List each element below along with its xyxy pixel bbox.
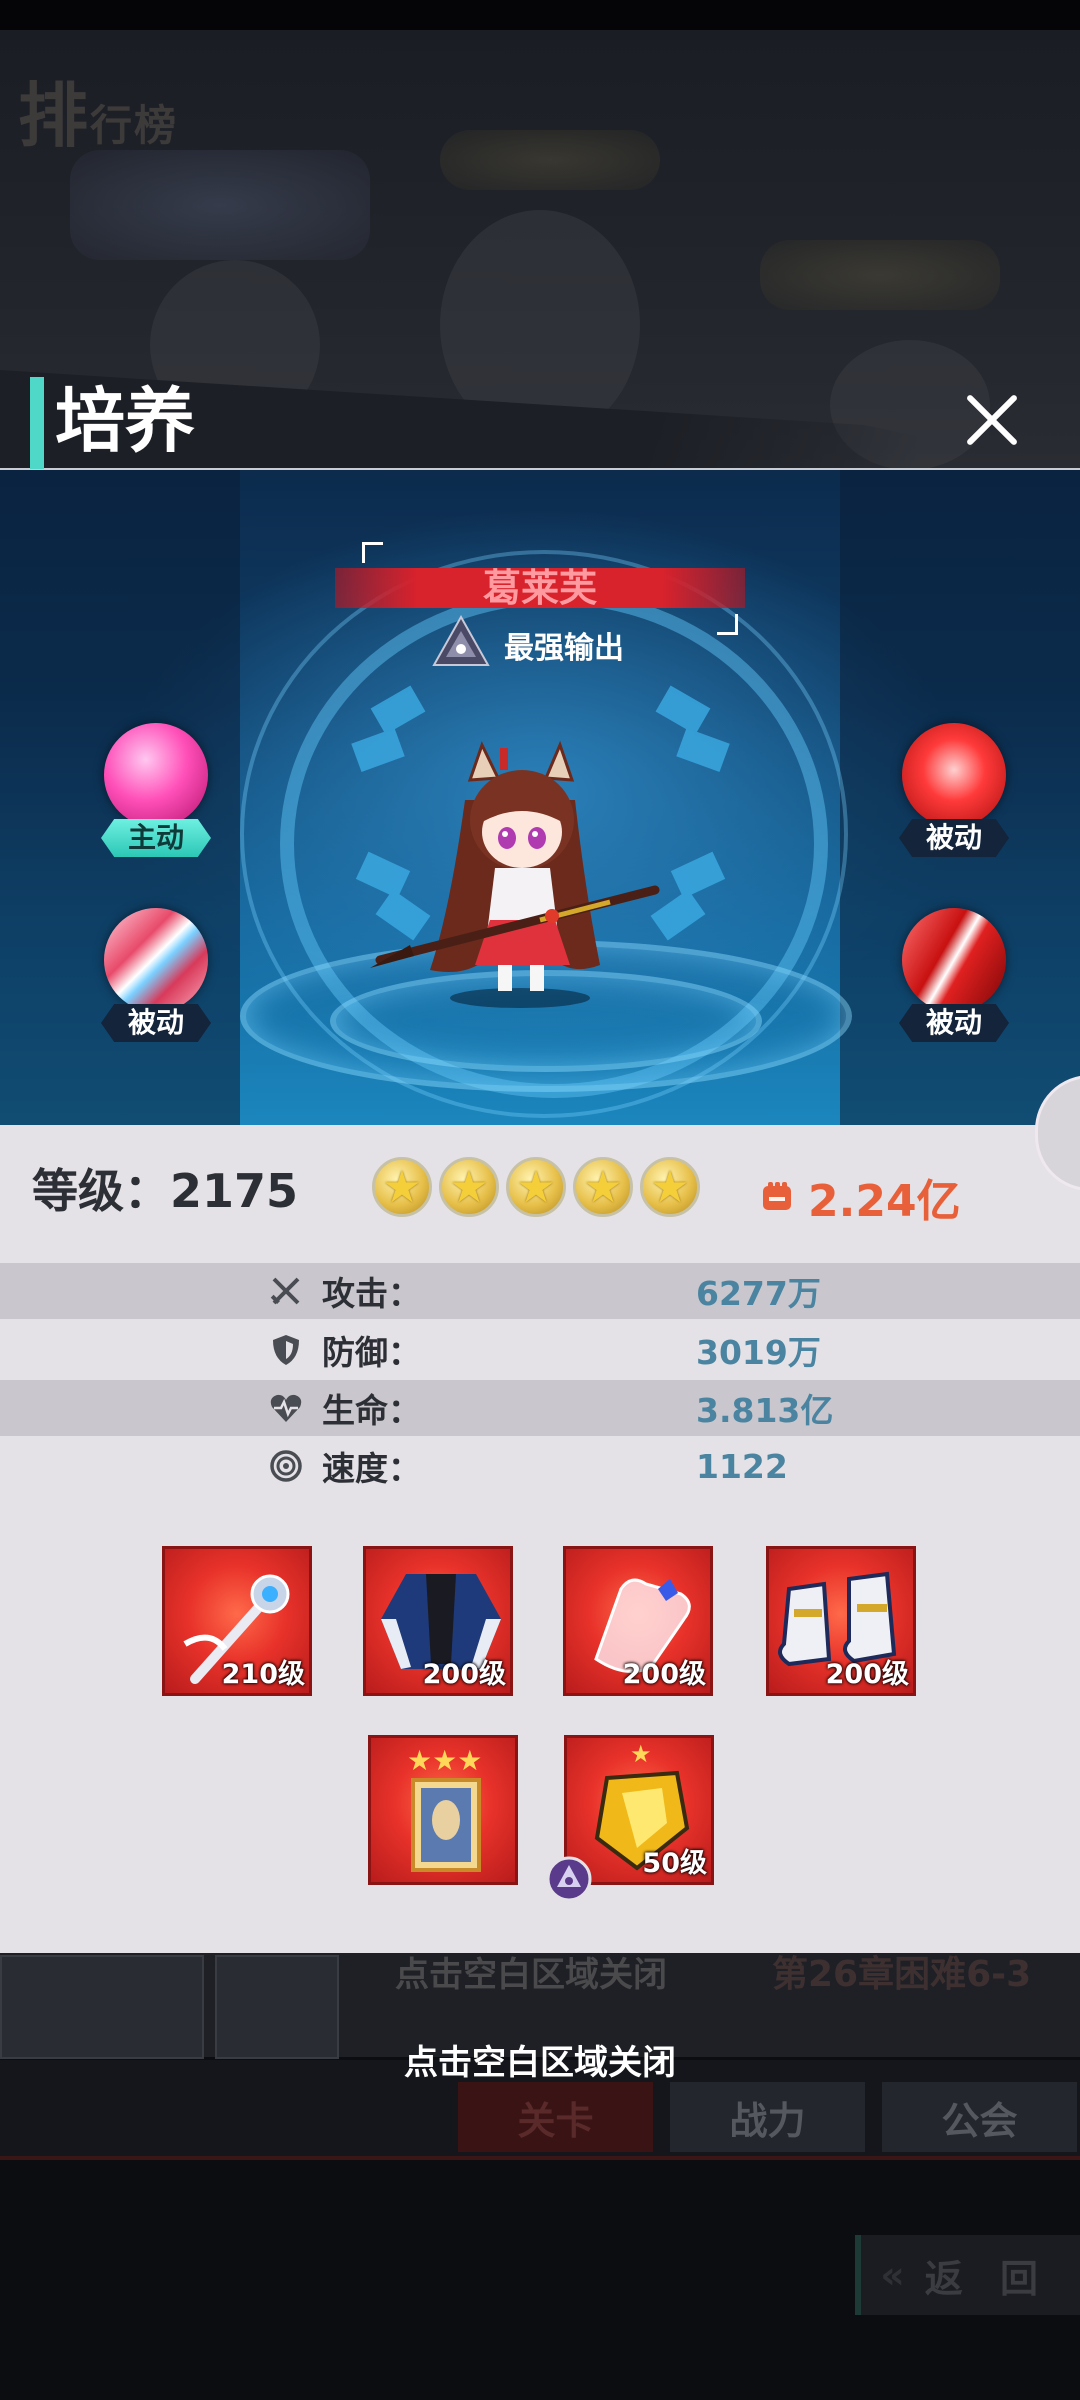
skill-red-slash-icon bbox=[902, 908, 1006, 1012]
role-crest-icon bbox=[430, 614, 492, 675]
svg-text:★: ★ bbox=[630, 1740, 652, 1768]
close-icon[interactable] bbox=[962, 390, 1022, 450]
skill-passive[interactable]: 被动 bbox=[101, 908, 211, 1042]
tab-underline bbox=[0, 2156, 1080, 2160]
star-rating bbox=[372, 1157, 700, 1217]
crystal-badge-icon bbox=[546, 1856, 592, 1902]
title-accent-bar bbox=[30, 377, 44, 469]
stat-row-life: 生命： 3.813亿 bbox=[0, 1380, 1080, 1436]
skill-tag: 主动 bbox=[101, 819, 211, 857]
star-icon bbox=[573, 1157, 633, 1217]
equip-level: 50级 bbox=[642, 1848, 707, 1879]
defense-shield-icon bbox=[273, 1335, 299, 1365]
back-button[interactable]: « 返 回 bbox=[855, 2235, 1080, 2315]
hero-character bbox=[370, 740, 660, 1008]
background-banner bbox=[760, 240, 1000, 310]
background-banner bbox=[440, 130, 660, 190]
hero-role: 最强输出 bbox=[430, 614, 624, 675]
stat-label: 速度： bbox=[322, 1449, 421, 1488]
background-banner bbox=[70, 150, 370, 260]
hero-level: 等级：2175 bbox=[32, 1164, 299, 1218]
stats-panel bbox=[0, 1125, 1080, 1953]
skill-tag: 被动 bbox=[899, 1004, 1009, 1042]
tab-guild[interactable]: 公会 bbox=[882, 2082, 1077, 2152]
fist-power-icon bbox=[760, 1180, 794, 1214]
skill-pink-orb-icon bbox=[104, 723, 208, 827]
tab-power[interactable]: 战力 bbox=[670, 2082, 865, 2152]
star-icon bbox=[640, 1157, 700, 1217]
stat-label: 攻击： bbox=[322, 1274, 421, 1313]
stat-row-speed: 速度： 1122 bbox=[0, 1438, 1080, 1494]
role-label: 最强输出 bbox=[504, 631, 624, 666]
equip-level: 210级 bbox=[221, 1659, 305, 1690]
stat-row-defense: 防御： 3019万 bbox=[0, 1322, 1080, 1378]
star-icon bbox=[439, 1157, 499, 1217]
combat-power: 2.24亿 bbox=[760, 1165, 961, 1229]
stat-value: 6277万 bbox=[696, 1274, 821, 1313]
equip-slot-glove[interactable]: 200级 bbox=[563, 1546, 713, 1696]
skill-tag: 被动 bbox=[101, 1004, 211, 1042]
power-value: 2.24亿 bbox=[808, 1176, 961, 1227]
background-rank-title: 排行榜 bbox=[18, 75, 179, 157]
attack-swords-icon bbox=[270, 1277, 300, 1305]
hero-name: 葛莱芙 bbox=[335, 568, 745, 608]
stat-label: 防御： bbox=[322, 1333, 421, 1372]
popup-title: 培养 bbox=[55, 380, 195, 462]
double-chevron-left-icon: « bbox=[880, 2253, 905, 2297]
back-label: 返 回 bbox=[924, 2256, 1050, 2301]
banner-bracket bbox=[717, 614, 738, 635]
equip-slot-armor[interactable]: 200级 bbox=[363, 1546, 513, 1696]
skill-tag: 被动 bbox=[899, 819, 1009, 857]
equip-level: 200级 bbox=[622, 1659, 706, 1690]
stat-value: 1122 bbox=[696, 1446, 788, 1486]
stat-value: 3019万 bbox=[696, 1333, 821, 1372]
equip-slot-boots[interactable]: 200级 bbox=[766, 1546, 916, 1696]
tab-stage[interactable]: 关卡 bbox=[458, 2082, 653, 2152]
close-hint[interactable]: 点击空白区域关闭 bbox=[0, 2035, 1080, 2084]
equip-level: 200级 bbox=[422, 1659, 506, 1690]
skill-passive[interactable]: 被动 bbox=[899, 908, 1009, 1042]
background-hint: 点击空白区域关闭 bbox=[395, 1955, 667, 1995]
speed-swirl-icon bbox=[270, 1450, 302, 1482]
svg-text:★★★: ★★★ bbox=[407, 1744, 482, 1777]
skill-ice-slash-icon bbox=[104, 908, 208, 1012]
stat-value: 3.813亿 bbox=[696, 1391, 834, 1430]
equip-level: 200级 bbox=[825, 1659, 909, 1690]
star-icon bbox=[372, 1157, 432, 1217]
star-icon bbox=[506, 1157, 566, 1217]
skill-passive[interactable]: 被动 bbox=[899, 723, 1009, 857]
skill-active[interactable]: 主动 bbox=[101, 723, 211, 857]
status-strip bbox=[0, 0, 1080, 30]
equip-slot-weapon[interactable]: 210级 bbox=[162, 1546, 312, 1696]
portrait-card-icon: ★★★ bbox=[407, 1744, 482, 1872]
life-heart-icon bbox=[270, 1394, 302, 1422]
stat-row-attack: 攻击： 6277万 bbox=[0, 1263, 1080, 1319]
skill-red-burst-icon bbox=[902, 723, 1006, 827]
banner-bracket bbox=[362, 542, 383, 563]
stat-label: 生命： bbox=[322, 1391, 421, 1430]
equip-slot-card[interactable]: ★★★ bbox=[368, 1735, 518, 1885]
